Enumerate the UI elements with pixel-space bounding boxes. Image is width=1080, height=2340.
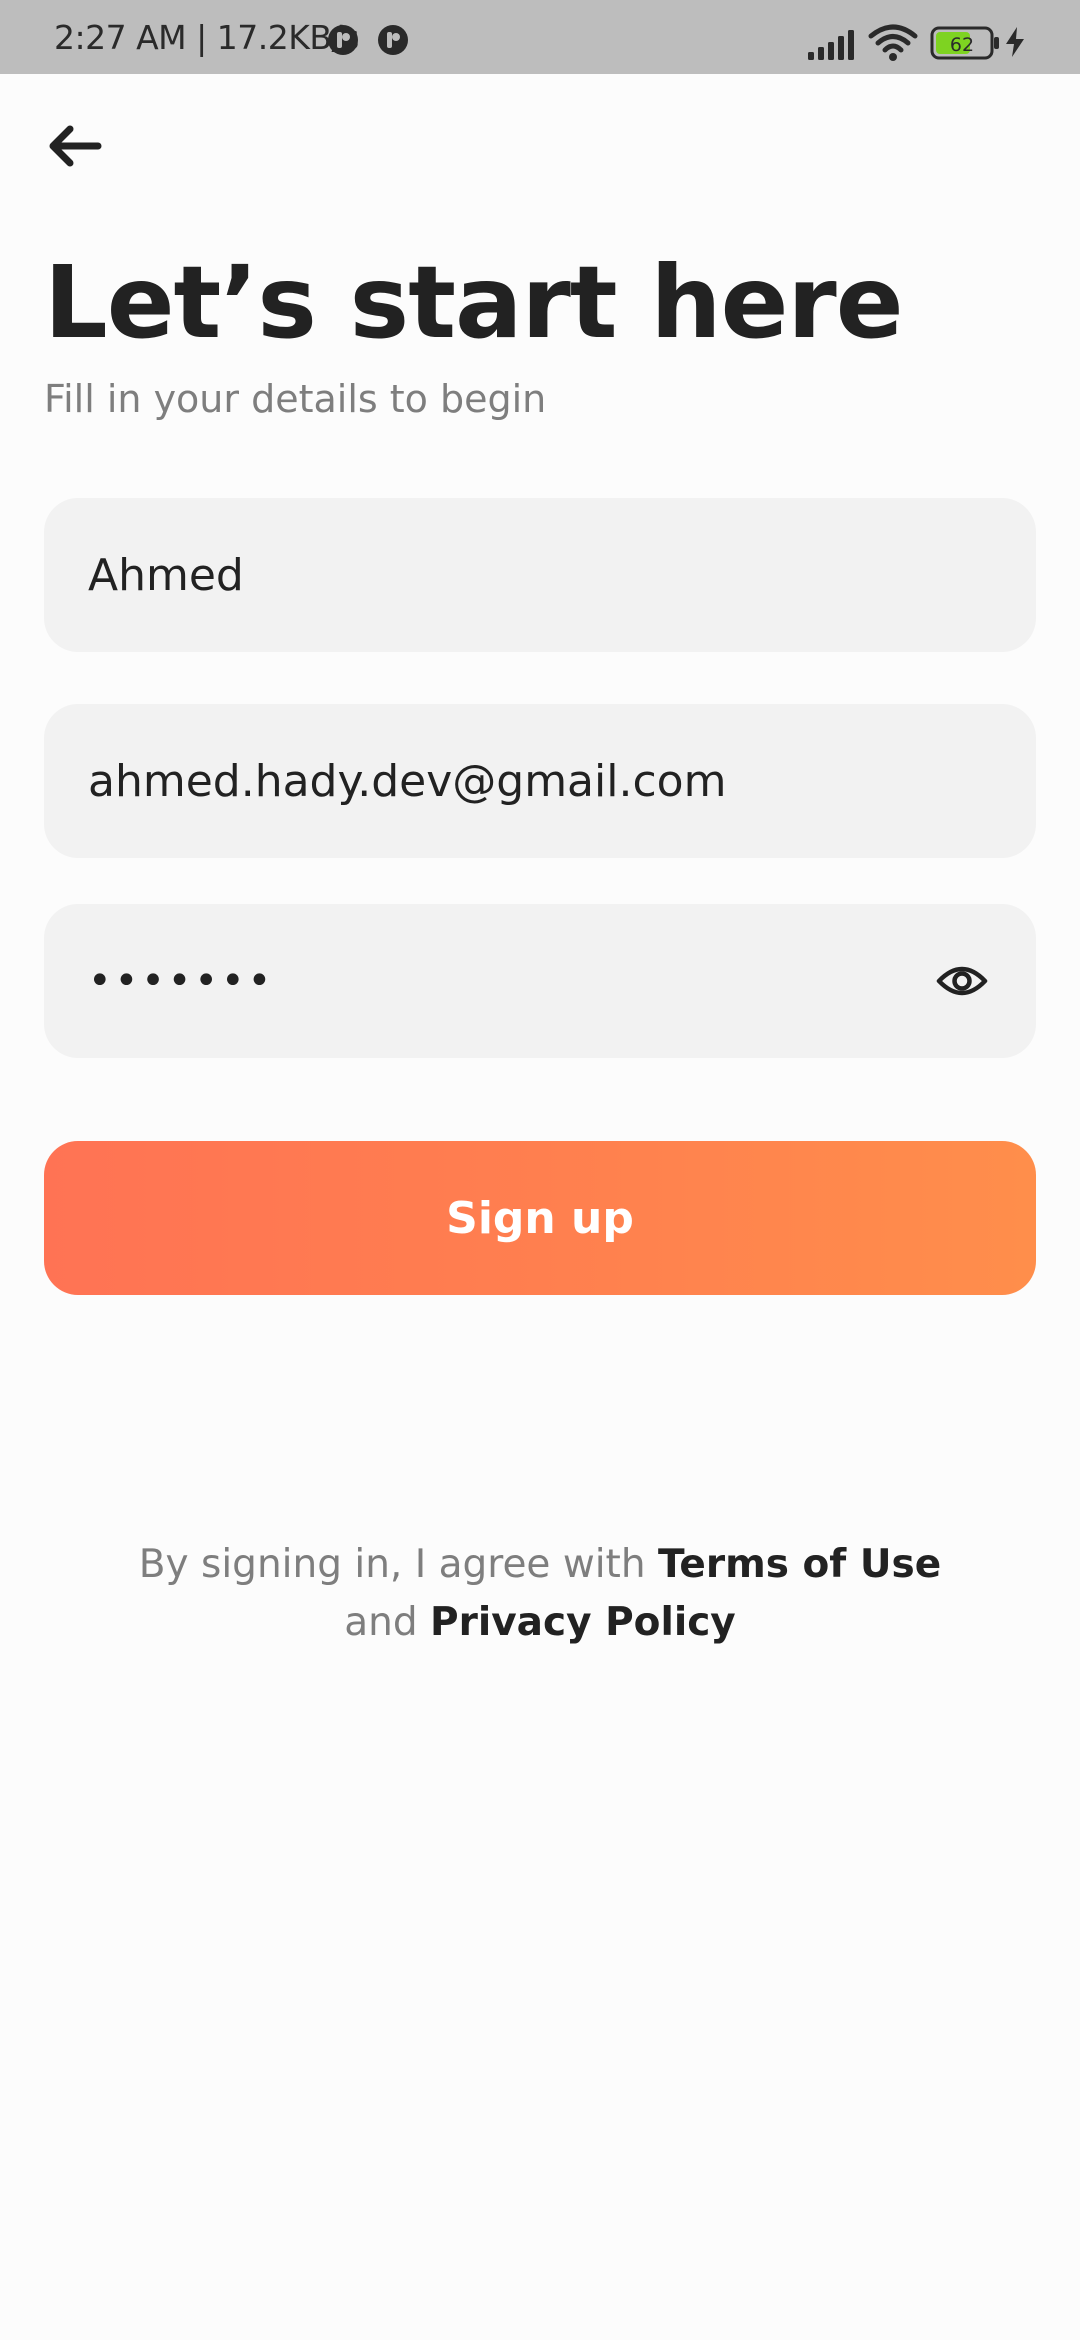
name-field[interactable]	[44, 498, 1036, 652]
signup-screen: Let’s start here Fill in your details to…	[0, 74, 1080, 2340]
legal-line-1: By signing in, I agree with Terms of Use	[0, 1536, 1080, 1594]
app-badge-icon	[327, 24, 359, 60]
wifi-icon	[867, 22, 919, 66]
legal-conjunction: and	[344, 1600, 431, 1645]
password-input[interactable]: •••••••	[88, 958, 932, 1004]
password-field[interactable]: •••••••	[44, 904, 1036, 1058]
name-input[interactable]	[88, 549, 992, 601]
eye-icon	[936, 966, 988, 996]
privacy-policy-link[interactable]: Privacy Policy	[430, 1600, 736, 1645]
signal-icon	[806, 28, 858, 64]
legal-notice: By signing in, I agree with Terms of Use…	[0, 1536, 1080, 1652]
legal-line-2: and Privacy Policy	[0, 1594, 1080, 1652]
password-visibility-toggle[interactable]	[932, 951, 992, 1011]
app-badge-icon	[377, 24, 409, 60]
page-title: Let’s start here	[44, 244, 904, 361]
back-button[interactable]	[36, 94, 116, 174]
email-input[interactable]	[88, 755, 992, 807]
status-time: 2:27 AM | 17.2KB/s	[54, 18, 359, 57]
status-bar: 2:27 AM | 17.2KB/s 62	[0, 0, 1080, 74]
signup-button[interactable]: Sign up	[44, 1141, 1036, 1295]
terms-of-use-link[interactable]: Terms of Use	[658, 1542, 941, 1587]
charging-icon	[1004, 26, 1026, 62]
email-field[interactable]	[44, 704, 1036, 858]
svg-text:62: 62	[950, 34, 974, 56]
battery-icon: 62	[930, 26, 1000, 64]
page-subtitle: Fill in your details to begin	[44, 377, 547, 421]
back-arrow-icon	[49, 125, 102, 167]
legal-prefix: By signing in, I agree with	[138, 1542, 658, 1587]
